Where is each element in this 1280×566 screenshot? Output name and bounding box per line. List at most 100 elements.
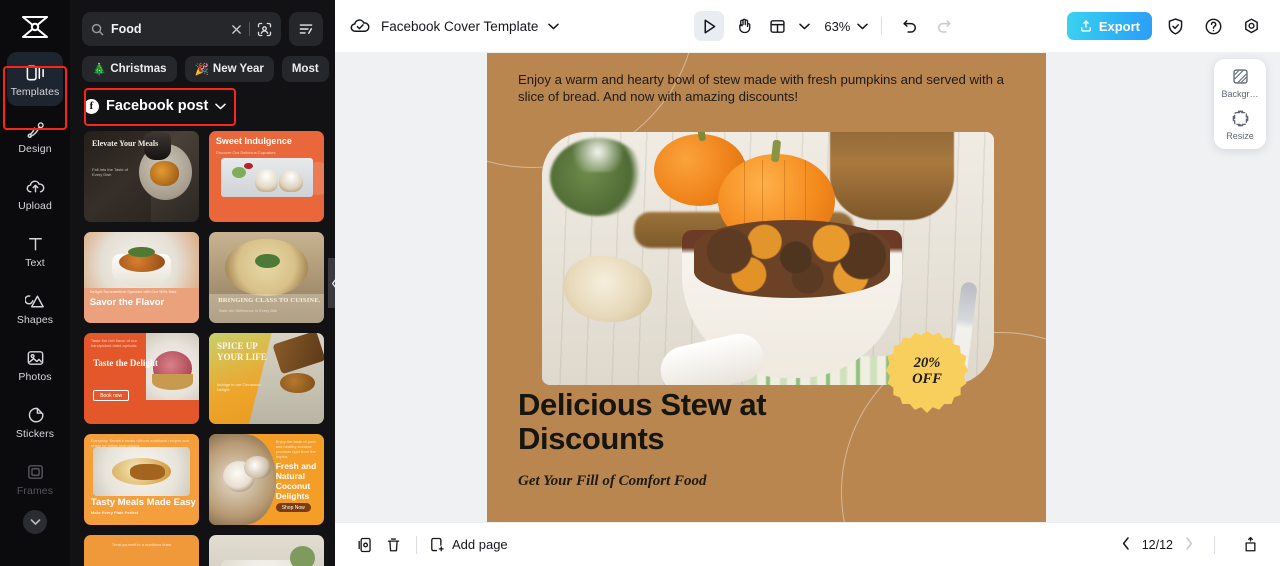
redo-icon: [938, 20, 952, 33]
sidebar-item-label: Photos: [18, 370, 52, 383]
list-item[interactable]: Everyday, flavorful meals without additi…: [84, 434, 199, 525]
stickers-icon: [25, 403, 46, 425]
chevron-down-icon: [857, 23, 869, 29]
list-item[interactable]: BRINGING CLASS TO CUISINE. Taste the Dif…: [209, 232, 324, 323]
list-item[interactable]: SPICE UP YOUR LIFE Indulge in our Cinnam…: [209, 333, 324, 424]
duplicate-page-button[interactable]: [351, 531, 379, 559]
add-page-icon: [431, 537, 444, 551]
background-icon: [1232, 69, 1248, 84]
sidebar-item-label: Shapes: [16, 313, 54, 326]
sidebar-item-templates[interactable]: Templates: [7, 52, 63, 106]
background-label: Backgr…: [1221, 89, 1259, 99]
divider: [416, 535, 417, 554]
canvas-body-text[interactable]: Enjoy a warm and hearty bowl of stew mad…: [518, 71, 1018, 106]
expand-pages-icon: [1244, 536, 1256, 551]
search-row: Food: [70, 0, 335, 46]
canvas-subheading[interactable]: Get Your Fill of Comfort Food: [518, 473, 938, 490]
filter-chip-new-year[interactable]: 🎉 New Year: [184, 56, 274, 82]
text-icon: [25, 232, 46, 254]
top-right-actions: Export: [1066, 11, 1266, 41]
template-title: Sweet Indulgence: [215, 136, 292, 147]
category-label: Facebook post: [106, 98, 209, 114]
image-search-icon[interactable]: [257, 22, 272, 37]
template-title: Elevate Your Meals: [92, 139, 159, 149]
zoom-control[interactable]: 63%: [824, 18, 869, 34]
chip-emoji: 🎄: [92, 64, 107, 76]
left-rail: Templates Design Upload Text Shapes Phot…: [0, 0, 70, 566]
template-sub: Delight Summertime Specials with Our 50%…: [89, 289, 177, 295]
filter-button[interactable]: [289, 12, 323, 46]
template-title: BRINGING CLASS TO CUISINE.: [218, 296, 321, 304]
gear-icon: [1244, 17, 1258, 33]
template-cta: Shop Now: [275, 503, 311, 513]
sidebar-item-photos[interactable]: Photos: [7, 337, 63, 391]
chevron-right-icon: [1186, 536, 1193, 550]
sidebar-item-frames[interactable]: Frames: [7, 451, 63, 505]
cloud-saved-icon[interactable]: [349, 16, 371, 36]
chevron-down-icon[interactable]: [799, 23, 811, 30]
zoom-level-label: 63%: [824, 18, 851, 34]
redo-button[interactable]: [929, 11, 959, 41]
close-icon[interactable]: [231, 24, 242, 35]
sidebar-item-upload[interactable]: Upload: [7, 166, 63, 220]
settings-button[interactable]: [1236, 11, 1266, 41]
delete-page-button[interactable]: [379, 531, 407, 559]
add-page-label: Add page: [452, 537, 508, 552]
background-button[interactable]: Backgr…: [1217, 67, 1263, 99]
shield-check-button[interactable]: [1160, 11, 1190, 41]
photos-icon: [25, 346, 46, 368]
chip-label: Christmas: [110, 63, 167, 75]
divider: [249, 22, 250, 36]
select-tool-button[interactable]: [694, 11, 725, 41]
canvas-tool-group: 63%: [694, 11, 959, 41]
upload-cloud-icon: [25, 175, 46, 197]
capcut-logo-icon[interactable]: [16, 12, 54, 42]
resize-label: Resize: [1226, 131, 1254, 141]
rail-more-button[interactable]: [23, 510, 47, 534]
list-item[interactable]: Enjoy the taste of pure and healthy coco…: [209, 434, 324, 525]
category-selector[interactable]: f Facebook post: [70, 82, 335, 114]
list-item[interactable]: Sweet Indulgence Discover Our Delicious …: [209, 131, 324, 222]
filter-chip-christmas[interactable]: 🎄 Christmas: [82, 56, 177, 82]
layout-icon: [770, 19, 785, 33]
cursor-icon: [704, 19, 716, 33]
canvas-workspace[interactable]: Enjoy a warm and hearty bowl of stew mad…: [335, 52, 1280, 522]
chevron-down-icon[interactable]: [548, 23, 560, 30]
prev-page-button[interactable]: [1122, 536, 1130, 553]
list-item[interactable]: Taste the rich flavor of our handpicked …: [84, 333, 199, 424]
list-item[interactable]: Delight Summertime Specials with Our 50%…: [84, 232, 199, 323]
search-input[interactable]: Food: [82, 12, 281, 46]
canvas-heading[interactable]: Delicious Stew at Discounts: [518, 388, 878, 456]
template-title: Savor the Flavor: [89, 296, 165, 308]
list-item[interactable]: Treat yourself to a nutritious feast: [84, 535, 199, 566]
list-item[interactable]: [209, 535, 324, 566]
layout-tool-button[interactable]: [762, 11, 792, 41]
templates-panel: Food 🎄 Christmas 🎉 New Year Most f Faceb…: [70, 0, 335, 566]
document-title-group[interactable]: Facebook Cover Template: [349, 16, 560, 36]
chip-label: New Year: [212, 63, 264, 75]
sidebar-item-text[interactable]: Text: [7, 223, 63, 277]
hand-tool-button[interactable]: [728, 11, 758, 41]
filter-chip-most[interactable]: Most: [281, 56, 329, 82]
design-canvas[interactable]: Enjoy a warm and hearty bowl of stew mad…: [487, 53, 1046, 522]
sidebar-item-shapes[interactable]: Shapes: [7, 280, 63, 334]
list-item[interactable]: Elevate Your Meals Fall Into the Taste o…: [84, 131, 199, 222]
next-page-button[interactable]: [1185, 536, 1193, 553]
help-circle-icon: [1205, 18, 1221, 34]
canvas-side-panel: Backgr… Resize: [1214, 59, 1266, 149]
template-sub-top: Taste the rich flavor of our handpicked …: [90, 338, 137, 349]
sidebar-item-stickers[interactable]: Stickers: [7, 394, 63, 448]
sidebar-item-design[interactable]: Design: [7, 109, 63, 163]
chevron-down-icon: [30, 519, 40, 525]
export-button[interactable]: Export: [1066, 12, 1152, 40]
filter-chip-row: 🎄 Christmas 🎉 New Year Most: [70, 46, 335, 82]
sidebar-item-label: Upload: [18, 199, 52, 212]
expand-pages-button[interactable]: [1236, 531, 1264, 559]
add-page-button[interactable]: Add page: [428, 536, 508, 554]
template-cta: Book now: [93, 390, 130, 402]
help-button[interactable]: [1198, 11, 1228, 41]
divider: [1214, 535, 1215, 554]
resize-button[interactable]: Resize: [1217, 109, 1263, 141]
sidebar-item-label: Stickers: [15, 427, 55, 440]
undo-button[interactable]: [895, 11, 925, 41]
